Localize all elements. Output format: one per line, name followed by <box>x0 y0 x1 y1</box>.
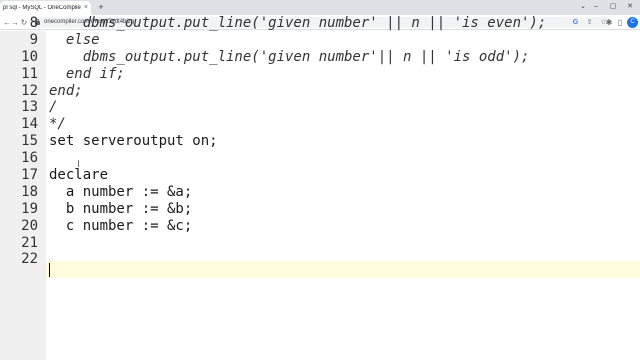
code-line[interactable]: */ <box>49 116 546 133</box>
code-line[interactable]: dbms_output.put_line('given number' || n… <box>49 15 547 32</box>
tab-title: pl sql - MySQL - OneCompiler <box>3 5 81 11</box>
code-line[interactable]: end; <box>49 83 546 100</box>
code-line[interactable]: b number := &b; <box>49 201 546 218</box>
maximize-button[interactable]: ▢ <box>607 1 619 12</box>
code-line[interactable]: set serveroutput on; <box>49 133 546 150</box>
new-tab-button[interactable]: + <box>96 2 106 13</box>
share-icon[interactable]: ⇪ <box>585 18 594 27</box>
code-editor[interactable]: 8 9 10 11 12 13 14 15 16 17 18 19 20 21 22 dbms_output… <box>0 15 640 360</box>
code-line[interactable]: else <box>49 32 546 49</box>
line-number: 19 <box>21 200 38 217</box>
text-cursor <box>49 263 50 277</box>
code-lines[interactable]: dbms_output.put_line('given number' || n… <box>49 15 546 268</box>
minimize-button[interactable]: – <box>590 1 602 12</box>
line-number: 15 <box>21 133 38 150</box>
code-line[interactable]: / <box>49 99 546 116</box>
line-number: 22 <box>21 251 38 268</box>
google-lens-icon[interactable]: G <box>571 18 580 27</box>
close-window-button[interactable]: ✕ <box>624 1 636 12</box>
line-number: 10 <box>21 48 38 65</box>
line-number-gutter: 8 9 10 11 12 13 14 15 16 17 18 19 20 21 22 <box>0 15 46 360</box>
line-number: 8 <box>29 15 38 31</box>
line-number: 21 <box>21 234 38 251</box>
line-number: 11 <box>21 65 38 82</box>
tab-strip: pl sql - MySQL - OneCompiler × + ⌄ – ▢ ✕ <box>0 0 640 15</box>
extensions-icon[interactable]: ✱ <box>604 17 614 28</box>
line-number: 16 <box>21 150 38 167</box>
line-numbers: 8 9 10 11 12 13 14 15 16 17 18 19 20 21 22 <box>0 15 38 268</box>
line-number: 12 <box>21 82 38 99</box>
code-line[interactable] <box>49 150 546 167</box>
browser-tab[interactable]: pl sql - MySQL - OneCompiler × <box>0 1 91 15</box>
close-tab-icon[interactable]: × <box>84 3 88 13</box>
code-line[interactable]: c number := &c; <box>49 218 546 235</box>
tab-search-icon[interactable]: ⌄ <box>577 1 589 12</box>
line-number: 20 <box>21 217 38 234</box>
line-number: 9 <box>29 31 38 48</box>
code-line[interactable]: end if; <box>49 66 546 83</box>
line-number: 14 <box>21 116 38 133</box>
line-number: 18 <box>21 183 38 200</box>
line-number: 17 <box>21 167 38 184</box>
code-line[interactable]: dbms_output.put_line('given number'|| n … <box>49 49 546 66</box>
profile-avatar[interactable]: C <box>627 17 638 28</box>
mouse-ibeam-icon <box>77 160 81 167</box>
side-panel-icon[interactable]: ▯ <box>615 17 625 28</box>
code-line[interactable]: a number := &a; <box>49 184 546 201</box>
line-number: 13 <box>21 99 38 116</box>
code-line[interactable] <box>49 251 546 268</box>
code-line[interactable]: declare <box>49 167 546 184</box>
code-line[interactable] <box>49 235 546 252</box>
